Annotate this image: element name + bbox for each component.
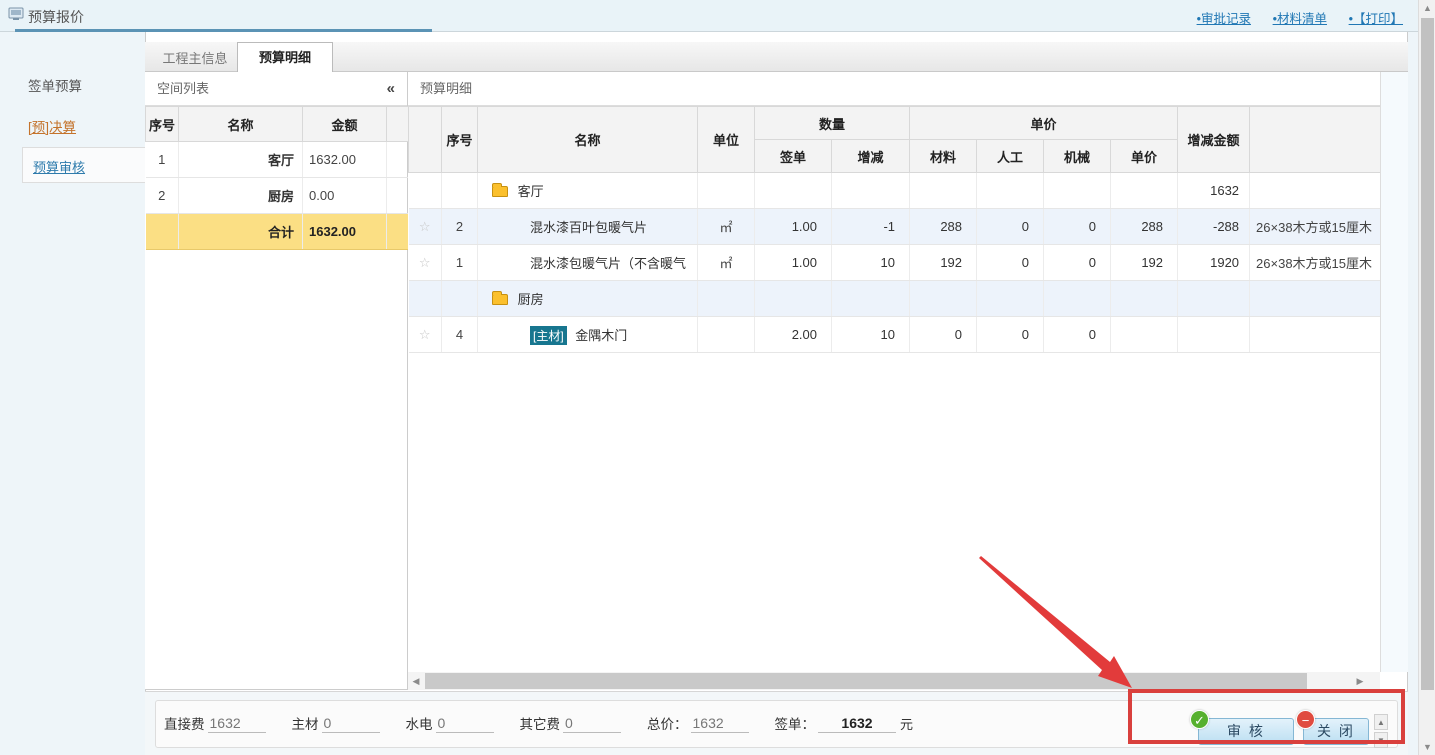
folder-icon (492, 294, 508, 305)
tab-project-info[interactable]: 工程主信息 (155, 45, 235, 72)
tab-strip (145, 42, 1408, 72)
main-material-field[interactable]: 0 (322, 715, 380, 733)
table-row[interactable]: 1 客厅 1632.00 (146, 142, 409, 178)
table-row[interactable]: 2 厨房 0.00 (146, 178, 409, 214)
budget-detail-table: 序号 名称 单位 数量 单价 增减金额 签单 增减 材料 人工 机械 单价 (408, 106, 1380, 353)
other-fee-field[interactable]: 0 (563, 715, 621, 733)
col-header-unit-price[interactable]: 单价 (1111, 140, 1178, 173)
sidebar-item-budget-audit-label[interactable]: 预算审核 (33, 157, 85, 176)
favorite-star-icon[interactable]: ☆ (409, 317, 442, 353)
detail-table-viewport: 序号 名称 单位 数量 单价 增减金额 签单 增减 材料 人工 机械 单价 (408, 106, 1380, 672)
space-list-title: 空间列表 (157, 81, 209, 96)
sidebar-item-pre-settlement[interactable]: [预]决算 (28, 116, 76, 136)
footer-bar: 直接费 1632 主材 0 水电 0 其它费 0 总价： 1632 签单： 16… (145, 691, 1408, 755)
vertical-scrollbar-thumb[interactable] (1421, 18, 1434, 690)
col-header-seq[interactable]: 序号 (146, 107, 179, 142)
link-material-list[interactable]: •材料清单 (1273, 12, 1327, 26)
sidebar-item-budget-audit[interactable]: 预算审核 (22, 147, 145, 183)
app-icon (8, 7, 24, 21)
col-header-seq[interactable]: 序号 (442, 107, 478, 173)
scroll-up-icon[interactable]: ▲ (1419, 0, 1435, 16)
space-list-panel: 空间列表 « 序号 名称 金额 1 客厅 1632.00 2 厨房 0.00 合… (145, 72, 408, 690)
favorite-star-icon[interactable]: ☆ (409, 209, 442, 245)
audit-button[interactable]: 审 核 (1198, 718, 1294, 745)
scroll-left-icon[interactable]: ◀ (408, 672, 424, 690)
item-name[interactable]: 金隅木门 (575, 328, 627, 343)
right-gutter (1380, 72, 1408, 672)
sidebar-item-sign-budget[interactable]: 签单预算 (28, 75, 82, 95)
water-electric-label: 水电 (406, 713, 433, 733)
spinner-down-icon[interactable]: ▼ (1374, 732, 1388, 748)
col-group-quantity: 数量 (755, 107, 910, 140)
link-approval-record[interactable]: •审批记录 (1197, 12, 1251, 26)
detail-title: 预算明细 (420, 81, 472, 96)
col-header-material[interactable]: 材料 (910, 140, 977, 173)
col-header-machine[interactable]: 机械 (1044, 140, 1111, 173)
direct-fee-label: 直接费 (164, 713, 205, 733)
total-label: 合计 (179, 214, 303, 250)
top-links: •审批记录 •材料清单 •【打印】 (1179, 8, 1403, 27)
table-row[interactable]: ☆ 1 混水漆包暖气片（不含暖气 ㎡ 1.00 10 192 0 0 192 1… (409, 245, 1381, 281)
col-header-name[interactable]: 名称 (179, 107, 303, 142)
col-header-qty-sign[interactable]: 签单 (755, 140, 832, 173)
col-header-spacer (387, 107, 409, 142)
col-header-unit[interactable]: 单位 (698, 107, 755, 173)
horizontal-scrollbar[interactable]: ◀ ▶ (408, 672, 1380, 690)
top-bar: 预算报价 •审批记录 •材料清单 •【打印】 (0, 0, 1435, 32)
col-header-remark (1250, 107, 1380, 173)
main-material-label: 主材 (292, 713, 319, 733)
col-header-qty-change[interactable]: 增减 (832, 140, 910, 173)
check-circle-icon: ✓ (1190, 710, 1209, 729)
detail-titlebar: 预算明细 (408, 72, 1380, 106)
scroll-down-icon[interactable]: ▼ (1419, 739, 1435, 755)
sign-amount-label: 签单： (775, 713, 816, 733)
total-price-field[interactable]: 1632 (691, 715, 749, 733)
total-amount: 1632.00 (303, 214, 387, 250)
water-electric-field[interactable]: 0 (436, 715, 494, 733)
favorite-star-icon[interactable]: ☆ (409, 245, 442, 281)
space-list-titlebar: 空间列表 « (145, 72, 407, 106)
page-title: 预算报价 (28, 7, 84, 27)
footer-panel: 直接费 1632 主材 0 水电 0 其它费 0 总价： 1632 签单： 16… (155, 700, 1398, 748)
col-header-amount[interactable]: 金额 (303, 107, 387, 142)
folder-row[interactable]: 客厅 1632 (409, 173, 1381, 209)
budget-detail-panel: 预算明细 序号 名称 单位 数量 单价 增减金额 签单 增减 材料 (408, 72, 1380, 690)
col-header-star (409, 107, 442, 173)
total-price-label: 总价： (647, 713, 688, 733)
table-row[interactable]: ☆ 2 混水漆百叶包暖气片 ㎡ 1.00 -1 288 0 0 288 -288… (409, 209, 1381, 245)
footer-fields: 直接费 1632 主材 0 水电 0 其它费 0 总价： 1632 签单： 16… (164, 713, 939, 733)
direct-fee-field[interactable]: 1632 (208, 715, 266, 733)
folder-name[interactable]: 厨房 (518, 292, 544, 307)
spinner-up-icon[interactable]: ▲ (1374, 714, 1388, 730)
table-row[interactable]: ☆ 4 [主材] 金隅木门 2.00 10 0 0 0 (409, 317, 1381, 353)
main-material-badge: [主材] (530, 326, 567, 345)
folder-name[interactable]: 客厅 (518, 184, 544, 199)
horizontal-scrollbar-thumb[interactable] (425, 673, 1307, 689)
link-print[interactable]: •【打印】 (1349, 12, 1403, 26)
sign-amount-value: 1632 (818, 715, 896, 733)
folder-icon (492, 186, 508, 197)
folder-row[interactable]: 厨房 (409, 281, 1381, 317)
collapse-panel-icon[interactable]: « (387, 72, 395, 105)
minus-circle-icon: − (1296, 710, 1315, 729)
tab-budget-detail[interactable]: 预算明细 (237, 42, 333, 73)
col-header-name[interactable]: 名称 (478, 107, 698, 173)
other-fee-label: 其它费 (520, 713, 561, 733)
total-row: 合计 1632.00 (146, 214, 409, 250)
sidebar: 签单预算 [预]决算 预算审核 (0, 32, 145, 755)
vertical-scrollbar[interactable]: ▲ ▼ (1418, 0, 1435, 755)
space-list-table: 序号 名称 金额 1 客厅 1632.00 2 厨房 0.00 合计 1632.… (145, 106, 409, 250)
col-group-unit-price: 单价 (910, 107, 1178, 140)
button-spinner: ▲ ▼ (1374, 714, 1388, 748)
scroll-right-icon[interactable]: ▶ (1352, 672, 1368, 690)
col-header-labor[interactable]: 人工 (977, 140, 1044, 173)
yuan-suffix: 元 (900, 714, 913, 733)
col-header-change-amount[interactable]: 增减金额 (1178, 107, 1250, 173)
